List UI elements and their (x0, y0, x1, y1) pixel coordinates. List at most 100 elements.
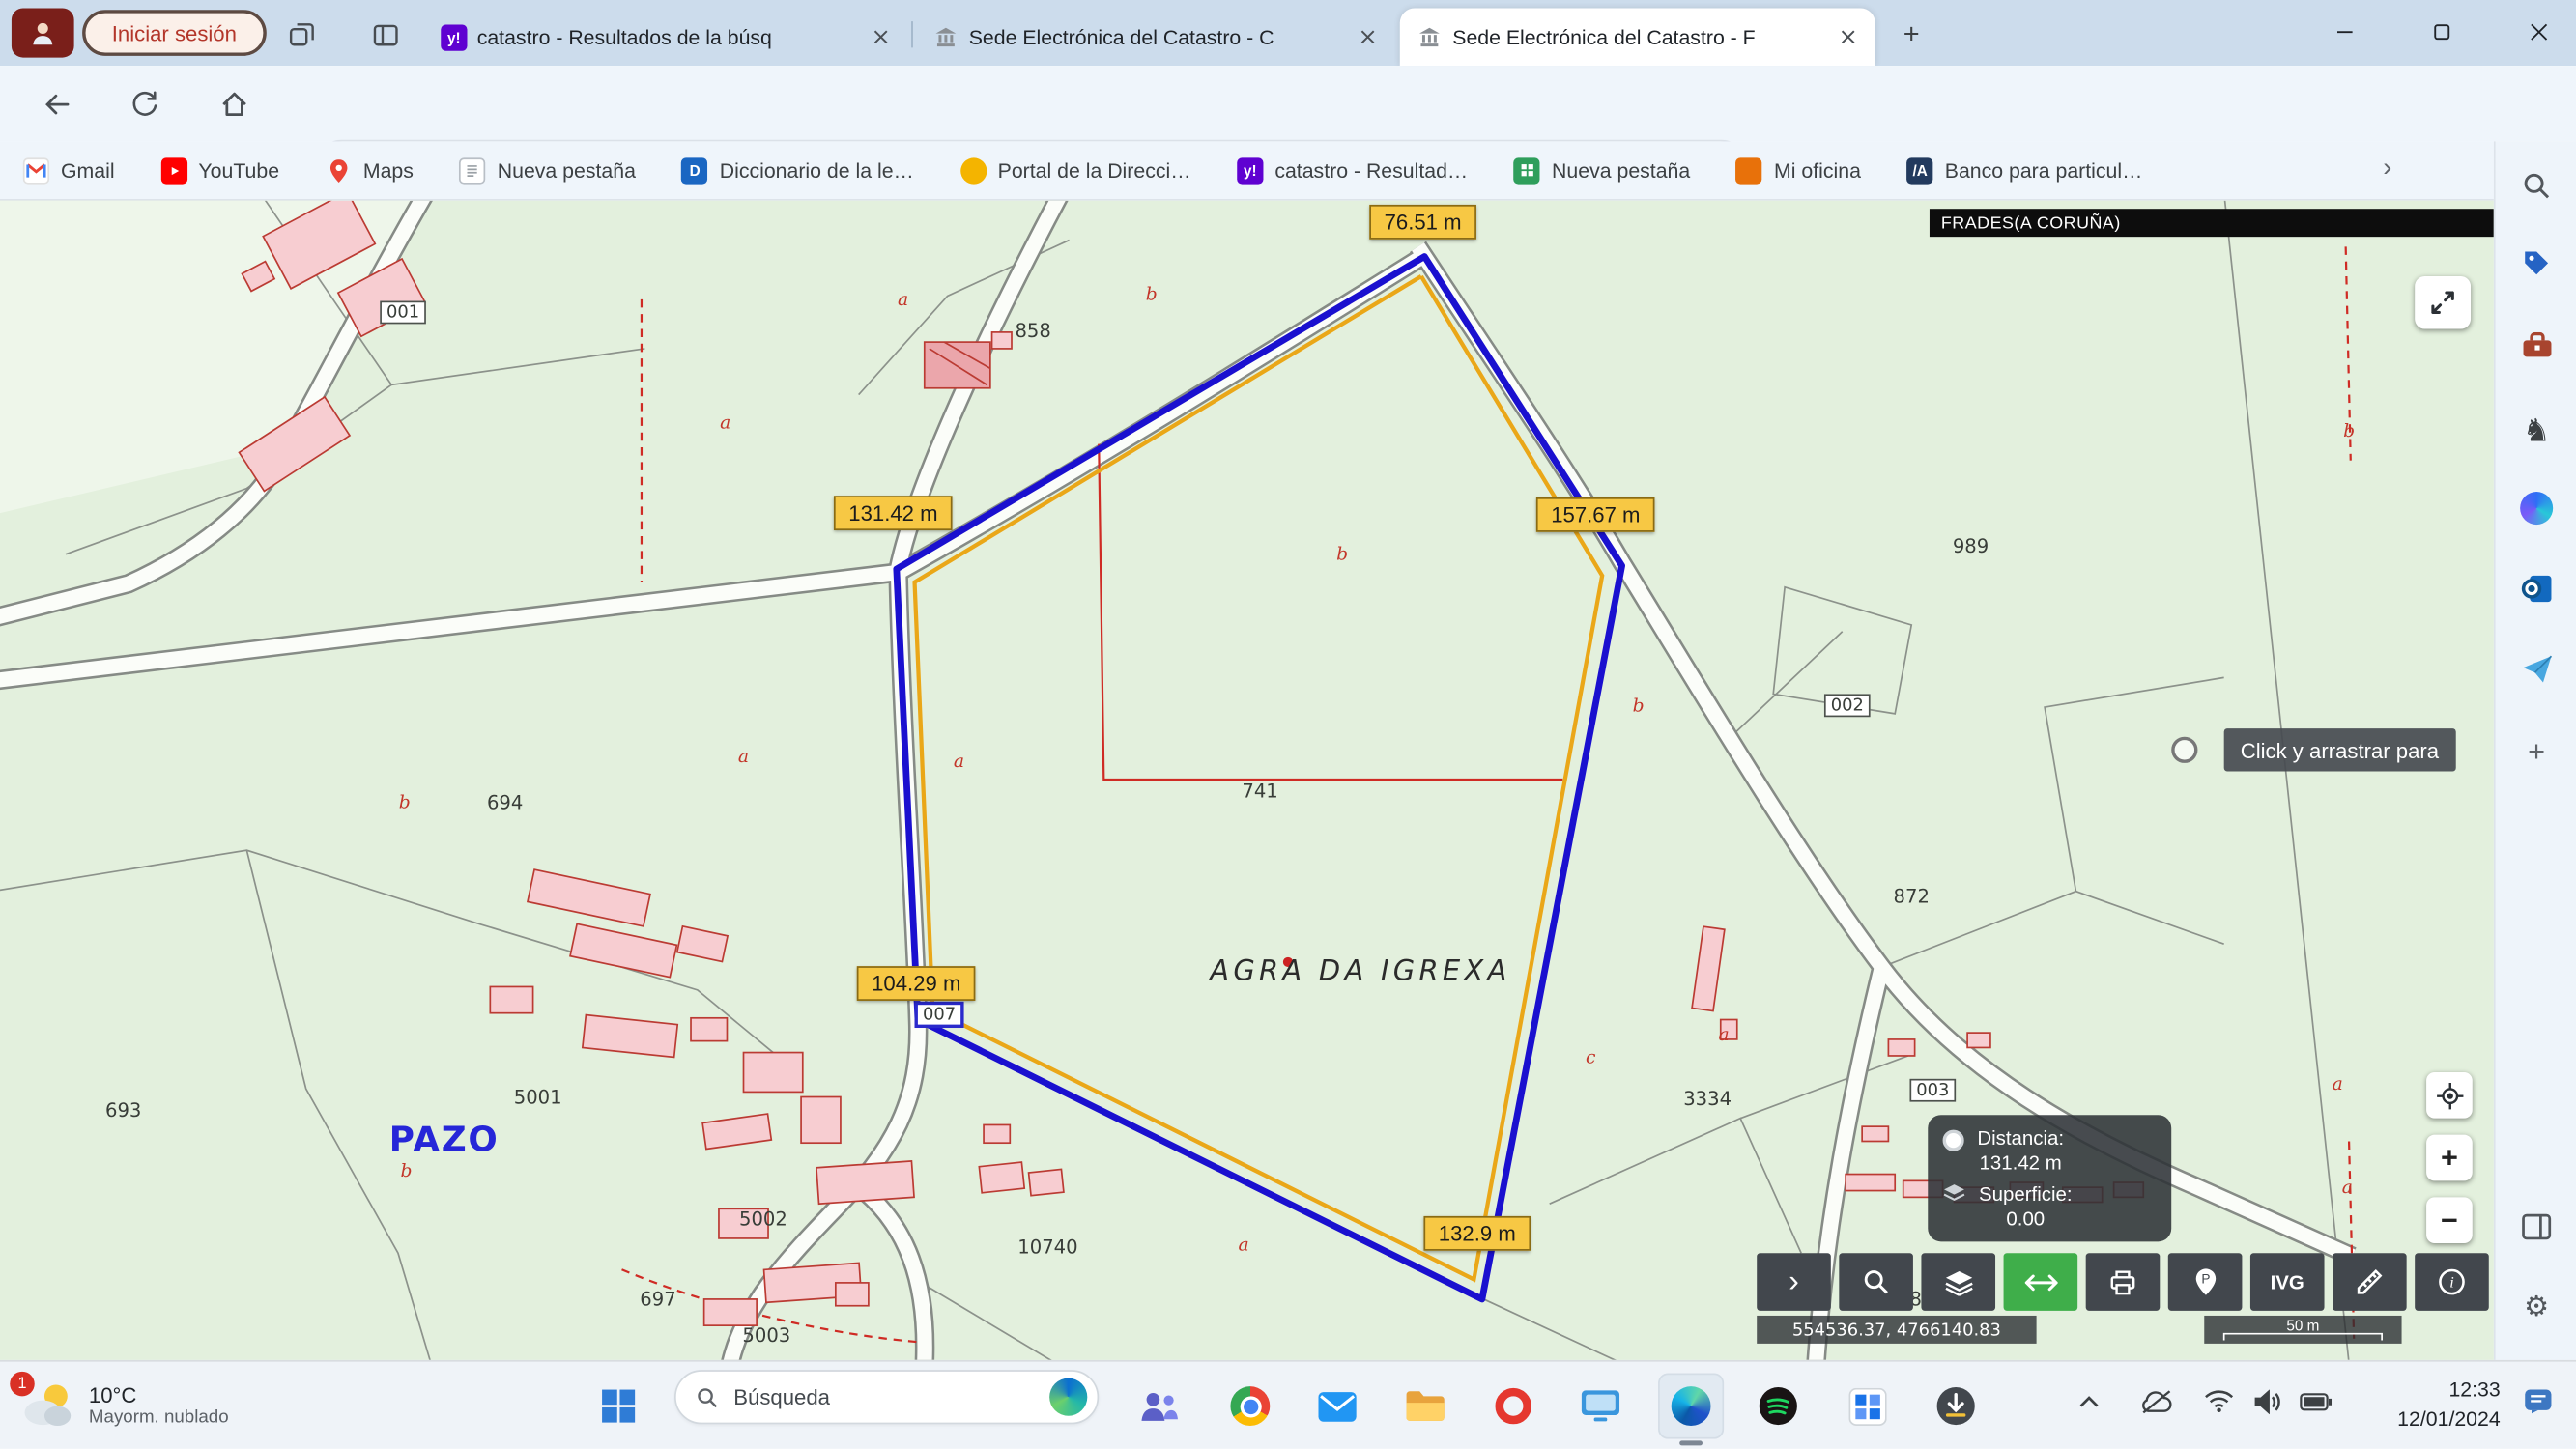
bookmarks-overflow-icon[interactable]: › (2383, 155, 2391, 185)
home-icon[interactable] (217, 87, 250, 120)
layers-button[interactable] (1921, 1253, 1995, 1311)
office-icon (1736, 157, 1762, 184)
weather-condition: Mayorm. nublado (89, 1406, 229, 1426)
bookmark-diccionario[interactable]: D Diccionario de la le… (682, 157, 914, 184)
volume-icon[interactable] (2248, 1383, 2284, 1419)
apps-grid-icon[interactable] (1834, 1374, 1900, 1439)
workspaces-icon[interactable] (367, 16, 403, 52)
screenshare-icon[interactable] (1567, 1374, 1633, 1439)
new-tab-button[interactable]: + (1892, 14, 1932, 54)
region-label: FRADES(A CORUÑA) (1930, 209, 2494, 237)
zoom-out-button[interactable]: − (2426, 1197, 2473, 1243)
bookmark-mi-oficina[interactable]: Mi oficina (1736, 157, 1861, 184)
distance-ring-icon (1943, 1130, 1964, 1151)
map-canvas[interactable]: PAZOAGRA DA IGREXA 001858694693500150025… (0, 201, 2494, 1360)
taskbar-search[interactable]: Búsqueda (674, 1370, 1099, 1424)
opera-icon[interactable] (1480, 1374, 1546, 1439)
tray-cloud-paused-icon[interactable] (2138, 1383, 2174, 1419)
download-icon[interactable] (1923, 1374, 1989, 1439)
tab-1[interactable]: y! catastro - Resultados de la búsq (424, 9, 908, 67)
tab-close-icon[interactable] (865, 22, 895, 52)
distance-label: Distancia: (1977, 1126, 2064, 1150)
parcel-number: 872 (1894, 885, 1930, 908)
zoom-in-button[interactable]: + (2426, 1135, 2473, 1181)
spotify-icon[interactable] (1745, 1374, 1811, 1439)
bookmark-gmail[interactable]: Gmail (23, 157, 115, 184)
subparcel-letter: a (720, 412, 730, 433)
sidebar-add-icon[interactable]: + (2517, 732, 2557, 772)
weather-widget[interactable]: 1 10°C Mayorm. nublado (16, 1375, 229, 1434)
yahoo-icon: y! (1237, 157, 1263, 184)
teams-icon[interactable] (1127, 1374, 1192, 1439)
sidebar-panel-toggle-icon[interactable] (2517, 1208, 2557, 1247)
measure-info-panel: Distancia: 131.42 m Superficie: 0.00 (1928, 1115, 2171, 1241)
sidebar-toolbox-icon[interactable] (2517, 326, 2557, 365)
surface-layers-icon (1943, 1182, 1966, 1204)
tab-close-icon[interactable] (1833, 22, 1863, 52)
weather-temp: 10°C (89, 1382, 229, 1407)
chrome-icon[interactable] (1217, 1374, 1283, 1439)
bookmark-nueva-pestana-2[interactable]: Nueva pestaña (1514, 157, 1690, 184)
expand-toolbar-button[interactable]: › (1757, 1253, 1831, 1311)
battery-icon[interactable] (2298, 1383, 2333, 1419)
back-icon[interactable] (40, 87, 72, 120)
profile-avatar[interactable] (12, 9, 74, 58)
minimize-button[interactable] (2306, 0, 2382, 63)
subparcel-letter: a (2342, 1177, 2353, 1198)
measurement-label: 76.51 m (1369, 205, 1476, 240)
sidebar-settings-icon[interactable]: ⚙ (2517, 1288, 2557, 1327)
bookmark-maps[interactable]: Maps (326, 157, 414, 184)
sidebar-search-icon[interactable] (2517, 166, 2557, 206)
mail-icon[interactable] (1304, 1374, 1370, 1439)
fullscreen-button[interactable] (2415, 276, 2471, 328)
sidebar-drop-icon[interactable] (2517, 649, 2557, 689)
subparcel-letter: a (1238, 1235, 1248, 1256)
sidebar-shopping-icon[interactable] (2517, 243, 2557, 283)
bookmark-youtube[interactable]: YouTube (160, 157, 279, 184)
bookmark-nueva-pestana[interactable]: Nueva pestaña (460, 157, 636, 184)
subparcel-letter: a (1719, 1024, 1730, 1045)
parcel-number: 001 (380, 301, 426, 325)
maximize-button[interactable] (2403, 0, 2478, 63)
measure-distance-button[interactable] (2004, 1253, 2078, 1311)
edge-icon[interactable] (1658, 1374, 1724, 1439)
signin-button[interactable]: Iniciar sesión (82, 10, 266, 56)
edit-measure-button[interactable] (2333, 1253, 2407, 1311)
weather-icon: 1 (16, 1375, 75, 1434)
start-button[interactable] (586, 1374, 651, 1439)
tab-2[interactable]: Sede Electrónica del Catastro - C (916, 9, 1394, 67)
locate-button[interactable] (2426, 1072, 2473, 1119)
bookmark-catastro[interactable]: y! catastro - Resultad… (1237, 157, 1468, 184)
print-button[interactable] (2086, 1253, 2161, 1311)
sidebar-outlook-icon[interactable] (2517, 569, 2557, 609)
wifi-icon[interactable] (2201, 1383, 2237, 1419)
parcel-number: 858 (1015, 319, 1050, 342)
dictionary-icon: D (682, 157, 708, 184)
sidebar-games-icon[interactable]: ♞ (2517, 412, 2557, 451)
subparcel-letter: b (401, 1160, 413, 1181)
map-search-button[interactable] (1839, 1253, 1913, 1311)
sidebar-copilot-icon[interactable] (2517, 489, 2557, 528)
svg-text:P: P (2201, 1272, 2210, 1287)
notifications-icon[interactable] (2520, 1383, 2556, 1419)
tab-3-active[interactable]: Sede Electrónica del Catastro - F (1400, 9, 1875, 67)
drag-handle-ring[interactable] (2171, 737, 2197, 763)
close-button[interactable] (2501, 0, 2576, 63)
refresh-icon[interactable] (129, 87, 161, 120)
bookmark-banco[interactable]: /A Banco para particul… (1907, 157, 2143, 184)
place-label: PAZO (389, 1120, 500, 1159)
taskbar-clock[interactable]: 12:33 12/01/2024 (2356, 1375, 2501, 1435)
bookmark-portal[interactable]: Portal de la Direcci… (959, 157, 1190, 184)
ivg-button[interactable]: IVG (2250, 1253, 2325, 1311)
parcel-number: 007 (915, 1002, 964, 1028)
explorer-icon[interactable] (1391, 1374, 1457, 1439)
info-button[interactable]: i (2415, 1253, 2489, 1311)
pin-button[interactable]: P (2168, 1253, 2243, 1311)
tray-chevron-icon[interactable] (2071, 1383, 2106, 1419)
tab-close-icon[interactable] (1352, 22, 1382, 52)
tab-actions-icon[interactable] (283, 16, 319, 52)
parcel-number: 741 (1242, 780, 1277, 803)
person-icon (28, 18, 58, 48)
parcel-number: 989 (1953, 534, 1989, 557)
subparcel-letter: a (738, 746, 749, 767)
